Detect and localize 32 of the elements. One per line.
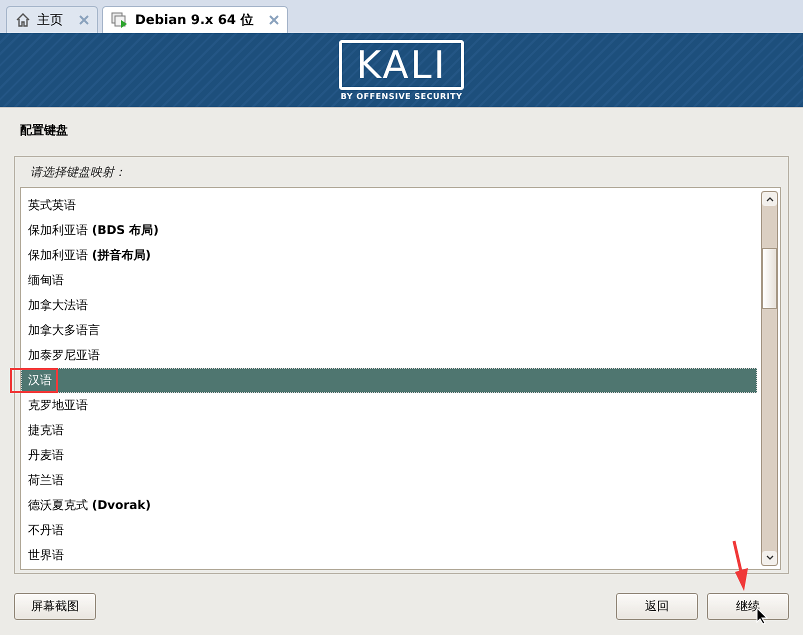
- list-item[interactable]: 加泰罗尼亚语: [21, 343, 757, 368]
- caret-up-icon: [766, 196, 774, 202]
- close-icon[interactable]: [269, 15, 280, 25]
- tab[interactable]: Debian 9.x 64 位: [102, 6, 288, 33]
- list-item[interactable]: 加拿大法语: [21, 293, 757, 318]
- virtual-machine-icon: [111, 11, 129, 29]
- list-item[interactable]: 不丹语: [21, 518, 757, 543]
- list-item[interactable]: 英式英语: [21, 193, 757, 218]
- list-item[interactable]: 荷兰语: [21, 468, 757, 493]
- page-title: 配置键盘: [19, 122, 69, 139]
- list-item[interactable]: 德沃夏克式 (Dvorak): [21, 493, 757, 518]
- list-item[interactable]: 缅甸语: [21, 268, 757, 293]
- home-icon: [15, 12, 31, 28]
- scroll-thumb[interactable]: [762, 248, 777, 309]
- list-item[interactable]: 丹麦语: [21, 443, 757, 468]
- prompt-label: 请选择键盘映射：: [29, 164, 127, 181]
- kali-logo: KALI BY OFFENSIVE SECURITY: [339, 40, 464, 100]
- back-button[interactable]: 返回: [616, 593, 698, 620]
- scrollbar[interactable]: [761, 191, 778, 566]
- close-icon[interactable]: [79, 15, 89, 25]
- screenshot-button[interactable]: 屏幕截图: [14, 593, 96, 620]
- caret-down-icon: [766, 555, 774, 561]
- list-item[interactable]: 加拿大多语言: [21, 318, 757, 343]
- list-item[interactable]: 汉语: [21, 368, 757, 393]
- tab[interactable]: 主页: [6, 6, 98, 33]
- list-item[interactable]: 世界语: [21, 543, 757, 568]
- scroll-up-button[interactable]: [762, 192, 777, 206]
- list-item[interactable]: 保加利亚语 (BDS 布局): [21, 218, 757, 243]
- list-item[interactable]: 克罗地亚语: [21, 393, 757, 418]
- scroll-down-button[interactable]: [762, 551, 777, 565]
- list-item[interactable]: 捷克语: [21, 418, 757, 443]
- list-item[interactable]: 保加利亚语 (拼音布局): [21, 243, 757, 268]
